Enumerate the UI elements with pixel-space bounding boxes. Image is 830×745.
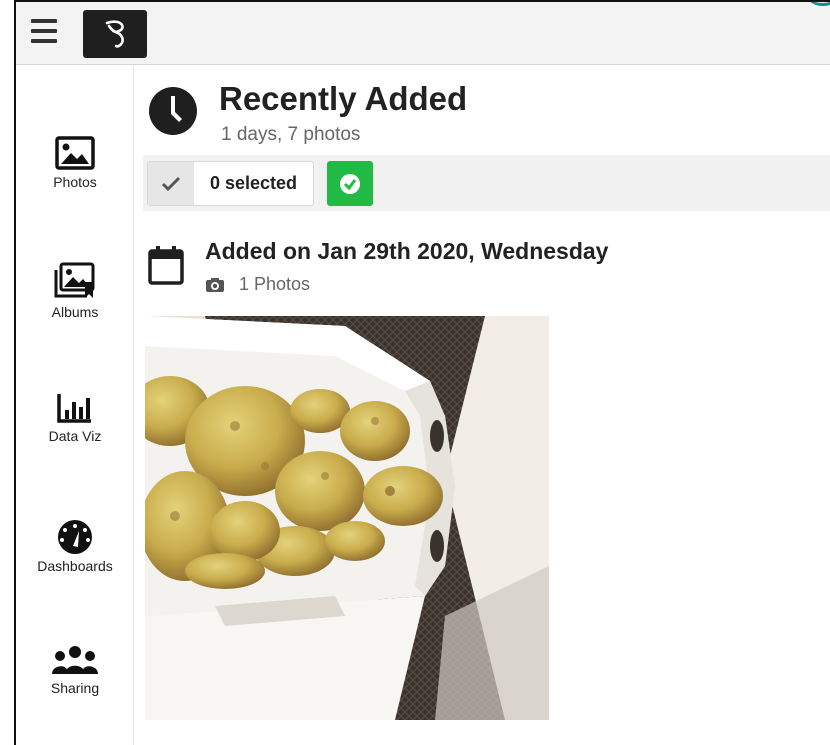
sidebar-item-label: Albums [51,304,99,320]
app-window: Photos Albums Data Viz Dashboards Sharin… [14,0,830,745]
bar-chart-icon [57,394,91,423]
selected-count: 0 selected [210,173,298,193]
calendar-icon [148,246,184,285]
menu-icon[interactable] [29,19,59,47]
sidebar-item-albums[interactable]: Albums [16,262,134,352]
logo-icon [105,20,124,48]
main-content: Recently Added 1 days, 7 photos 0 select… [135,66,830,745]
albums-icon [54,262,95,298]
sidebar-item-label: Sharing [50,680,100,696]
food-photo-image [145,316,549,720]
users-icon [52,646,98,674]
sidebar-item-label: Data Viz [48,428,102,444]
selection-group: 0 selected [147,161,315,206]
top-bar [16,2,830,65]
sidebar-item-data-viz[interactable]: Data Viz [16,392,134,482]
sidebar-item-sharing[interactable]: Sharing [16,644,134,734]
corner-mark [808,2,830,6]
confirm-selection-button[interactable] [327,161,373,206]
sidebar-item-label: Photos [53,174,97,190]
image-icon [55,136,95,170]
sidebar-item-dashboards[interactable]: Dashboards [16,518,134,608]
app-logo[interactable] [83,10,147,58]
sidebar-item-photos[interactable]: Photos [16,136,134,226]
photo-thumbnail[interactable] [145,316,549,720]
sidebar: Photos Albums Data Viz Dashboards Sharin… [16,66,134,745]
group-meta: 1 Photos [205,274,310,295]
gauge-icon [58,520,92,554]
clock-icon [149,87,197,135]
selection-bar: 0 selected [143,155,830,211]
group-photo-count: 1 Photos [239,274,311,294]
select-all-button[interactable] [148,162,194,205]
page-title: Recently Added [219,80,468,117]
sidebar-item-label: Dashboards [37,558,113,574]
check-circle-icon [340,173,360,194]
page-subtitle: 1 days, 7 photos [221,124,361,145]
checkmark-icon [161,176,181,191]
camera-icon [206,277,224,292]
group-title: Added on Jan 29th 2020, Wednesday [205,238,609,264]
